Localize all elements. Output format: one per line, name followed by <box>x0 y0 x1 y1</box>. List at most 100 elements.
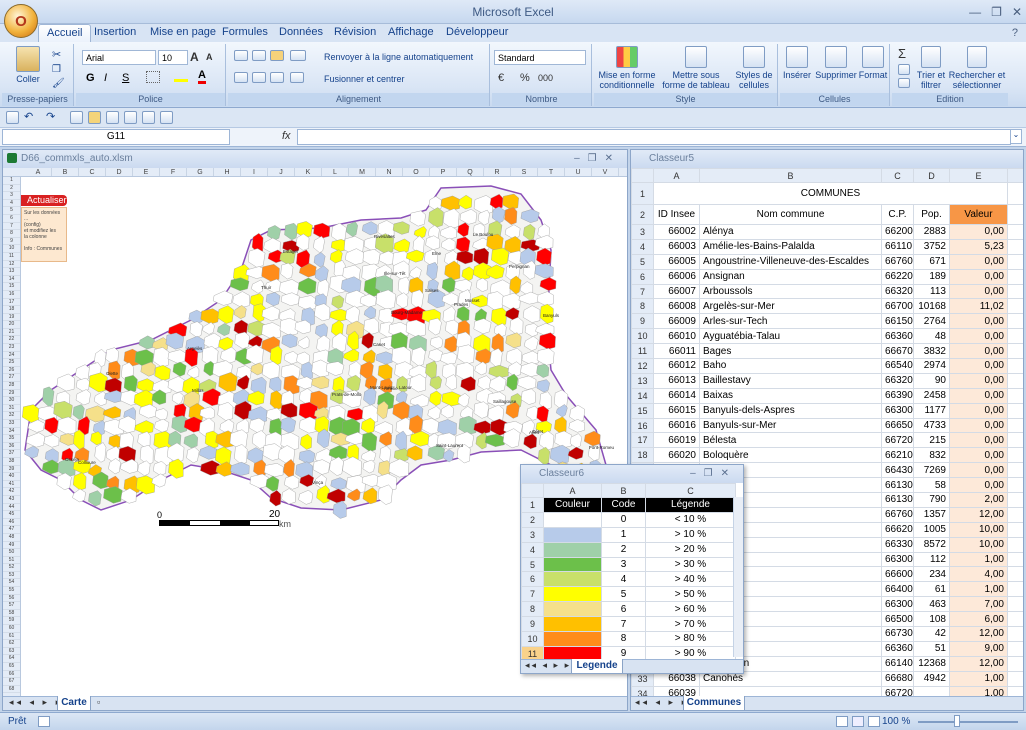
row-header[interactable]: 59 <box>3 617 20 626</box>
legend-code[interactable]: 4 <box>601 571 646 588</box>
row-header[interactable]: 30 <box>3 397 20 405</box>
row-header[interactable]: 22 <box>3 336 20 345</box>
bold-button[interactable]: G <box>86 72 95 84</box>
cell-id[interactable]: 66009 <box>653 313 700 330</box>
format-as-table-button[interactable]: Mettre sous forme de tableau <box>660 46 732 90</box>
corner-cell[interactable] <box>631 168 654 183</box>
cell-cp[interactable]: 66200 <box>881 224 914 240</box>
cell-valeur[interactable]: 0,00 <box>949 402 1008 419</box>
cell-pop[interactable]: 2458 <box>913 387 950 404</box>
row-header[interactable]: 44 <box>3 504 20 512</box>
cell-valeur[interactable]: 5,23 <box>949 238 1008 255</box>
row-header[interactable]: 18 <box>631 447 654 464</box>
align-center-icon[interactable] <box>252 72 266 83</box>
row-header[interactable]: 9 <box>631 313 654 330</box>
row-header[interactable]: 7 <box>521 586 544 603</box>
cell-cp[interactable]: 66700 <box>881 298 914 315</box>
undo-icon[interactable]: ↶ <box>24 110 33 123</box>
cell-nom[interactable]: Bages <box>699 343 882 360</box>
row-header[interactable]: 13 <box>631 372 654 389</box>
office-button[interactable]: O <box>4 4 38 38</box>
cell-nom[interactable]: Amélie-les-Bains-Palalda <box>699 238 882 255</box>
cell-pop[interactable]: 108 <box>913 611 950 628</box>
wb-minimize-icon[interactable]: – <box>574 153 588 164</box>
cell-pop[interactable]: 61 <box>913 581 950 598</box>
row-header[interactable]: 54 <box>3 579 20 588</box>
cell[interactable] <box>1007 182 1023 205</box>
cell-pop[interactable]: 2764 <box>913 313 950 330</box>
sort-filter-button[interactable]: Trier et filtrer <box>914 46 948 90</box>
cell-pop[interactable]: 671 <box>913 253 950 270</box>
cell[interactable] <box>1007 298 1023 315</box>
tab-developpeur[interactable]: Développeur <box>440 26 514 38</box>
cell-cp[interactable]: 66620 <box>881 521 914 538</box>
cell[interactable] <box>1007 253 1023 270</box>
col-header[interactable]: Q <box>457 168 484 176</box>
zoom-level[interactable]: 100 % <box>882 716 910 727</box>
legend-color-swatch[interactable] <box>543 571 602 588</box>
cell-valeur[interactable]: 0,00 <box>949 253 1008 270</box>
col-header[interactable]: C <box>881 168 914 183</box>
cell[interactable] <box>1007 387 1023 404</box>
cell-id[interactable]: 66010 <box>653 328 700 345</box>
fx-button[interactable]: fx <box>282 130 291 142</box>
cell-id[interactable]: 66006 <box>653 268 700 285</box>
cell-pop[interactable]: 2883 <box>913 224 950 240</box>
legend-label[interactable]: > 80 % <box>645 631 736 647</box>
row-header[interactable]: 17 <box>3 299 20 307</box>
legend-color-swatch[interactable] <box>543 631 602 647</box>
legend-header-couleur[interactable]: Couleur <box>543 497 602 513</box>
row-header[interactable]: 11 <box>631 343 654 360</box>
cell-valeur[interactable]: 7,00 <box>949 596 1008 613</box>
row-header[interactable]: 14 <box>3 276 20 284</box>
align-top-icon[interactable] <box>234 50 248 61</box>
cell[interactable] <box>1007 626 1023 642</box>
row-header[interactable]: 61 <box>3 633 20 641</box>
cell-pop[interactable]: 42 <box>913 626 950 642</box>
row-header[interactable]: 12 <box>3 261 20 269</box>
cell-pop[interactable]: 1357 <box>913 506 950 523</box>
cell-cp[interactable]: 66680 <box>881 670 914 687</box>
page-layout-icon[interactable] <box>852 716 864 727</box>
align-middle-icon[interactable] <box>252 50 266 61</box>
autosum-button[interactable]: Σ <box>898 46 906 61</box>
col-header[interactable]: C <box>645 483 736 498</box>
row-header[interactable]: 3 <box>3 192 20 200</box>
wb-restore-icon[interactable]: ❐ <box>588 153 605 164</box>
row-header[interactable]: 45 <box>3 511 20 519</box>
cell[interactable] <box>1007 343 1023 360</box>
cell-cp[interactable]: 66140 <box>881 655 914 672</box>
cell-valeur[interactable]: 9,00 <box>949 640 1008 657</box>
sheet-tab-carte[interactable]: Carte <box>57 696 91 711</box>
tab-affichage[interactable]: Affichage <box>382 26 440 38</box>
cell-cp[interactable]: 66600 <box>881 566 914 583</box>
legend-color-swatch[interactable] <box>543 586 602 603</box>
legend-header-code[interactable]: Code <box>601 497 646 513</box>
cell-valeur[interactable]: 1,00 <box>949 581 1008 598</box>
col-header[interactable]: C <box>79 168 106 176</box>
tab-formules[interactable]: Formules <box>216 26 274 38</box>
cell-id[interactable]: 66012 <box>653 358 700 374</box>
lg-close-icon[interactable]: ✕ <box>721 468 737 479</box>
cell-pop[interactable]: 7269 <box>913 462 950 479</box>
row-header[interactable]: 38 <box>3 458 20 466</box>
cell-cp[interactable]: 66220 <box>881 268 914 285</box>
cell-cp[interactable]: 66330 <box>881 536 914 553</box>
cell-nom[interactable]: Argelès-sur-Mer <box>699 298 882 315</box>
formula-input[interactable] <box>297 129 1011 145</box>
row-header[interactable]: 64 <box>3 655 20 663</box>
legend-label[interactable]: > 60 % <box>645 601 736 618</box>
cell-valeur[interactable]: 0,00 <box>949 328 1008 345</box>
row-header[interactable]: 65 <box>3 663 20 671</box>
cut-icon[interactable]: ✂ <box>52 48 61 61</box>
cell-valeur[interactable]: 0,00 <box>949 462 1008 479</box>
cell-id[interactable]: 66020 <box>653 447 700 464</box>
row-header[interactable]: 62 <box>3 640 20 648</box>
col-header[interactable]: D <box>106 168 133 176</box>
maximize-icon[interactable]: ❐ <box>991 5 1002 19</box>
cell-valeur[interactable]: 0,00 <box>949 358 1008 374</box>
cell-cp[interactable]: 66430 <box>881 462 914 479</box>
cell-id[interactable]: 66002 <box>653 224 700 240</box>
row-header[interactable]: 46 <box>3 519 20 527</box>
row-header[interactable]: 2 <box>3 185 20 193</box>
